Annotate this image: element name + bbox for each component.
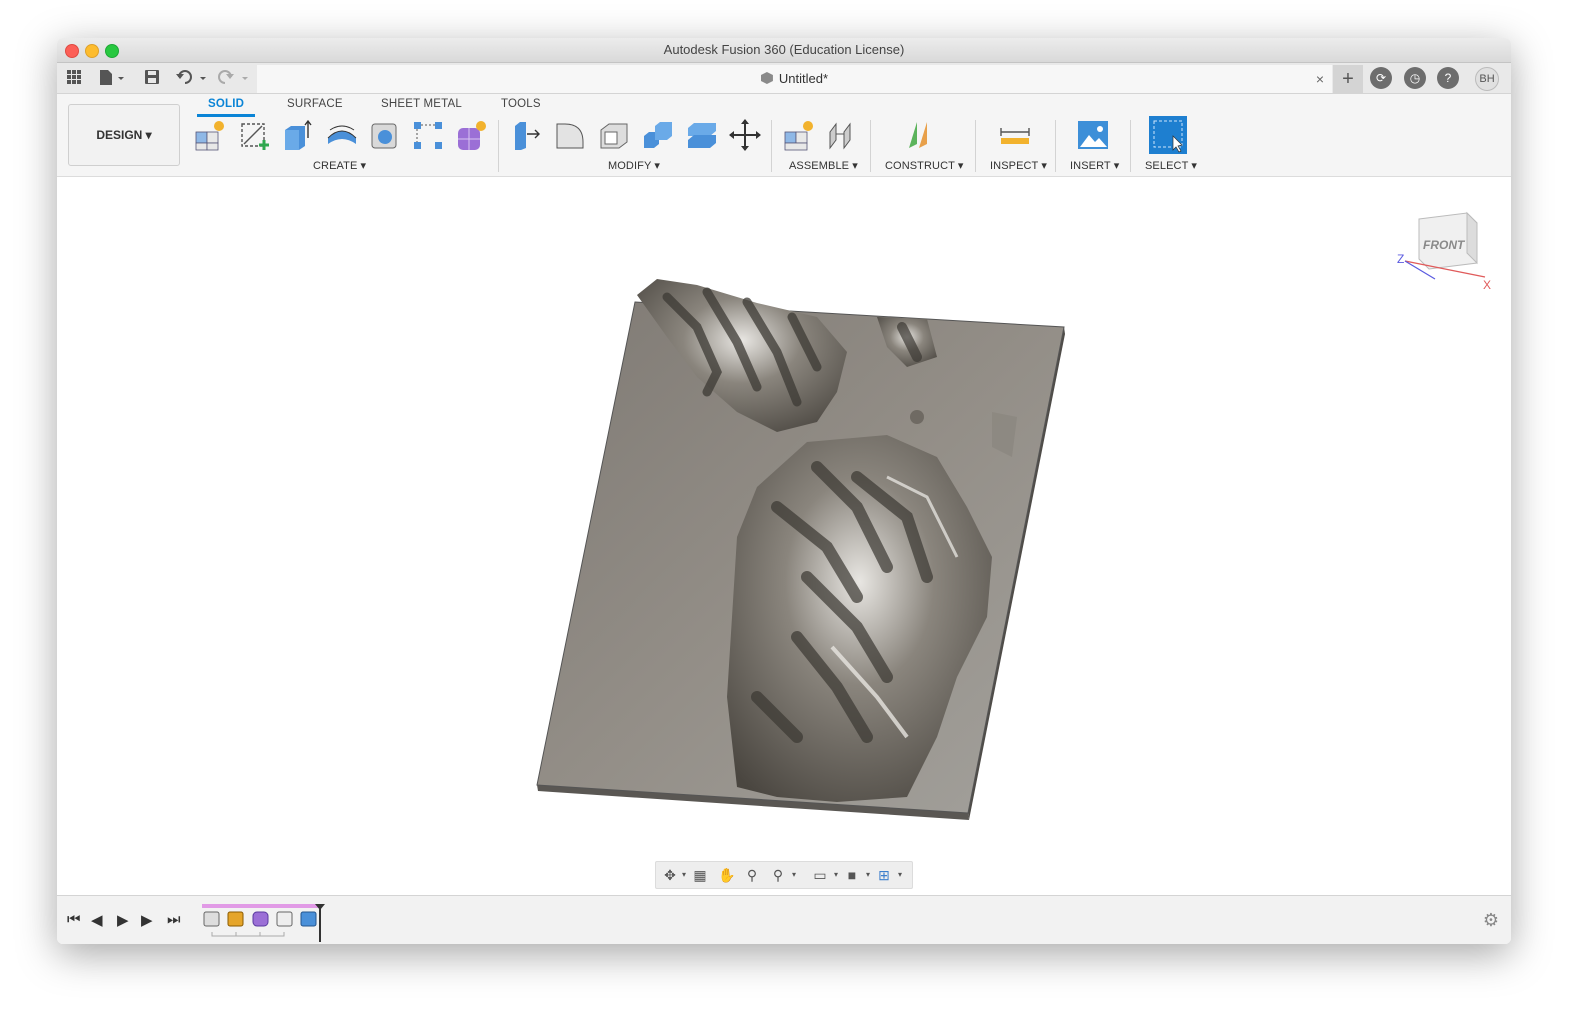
tab-sheet-metal[interactable]: SHEET METAL (381, 98, 462, 110)
axis-x-label: X (1483, 278, 1491, 291)
zoom-icon[interactable]: ⚲ (744, 867, 760, 883)
maximize-window-button[interactable] (105, 44, 119, 58)
play-icon[interactable]: ▶ (117, 911, 129, 929)
separator (1130, 120, 1131, 172)
timeline-bar: ⏮ ◀ ▶ ▶ ⏭ ⚙ (57, 895, 1511, 944)
new-component-assemble-icon[interactable] (782, 118, 816, 152)
tab-tools[interactable]: TOOLS (501, 98, 541, 110)
axis-z-label: Z (1397, 252, 1404, 266)
zoom-dropdown-icon[interactable]: ▾ (786, 867, 802, 883)
create-menu[interactable]: CREATE ▾ (313, 159, 366, 172)
feature-mesh-icon (227, 911, 244, 927)
apps-grid-icon[interactable] (66, 69, 82, 87)
fillet-icon[interactable] (553, 118, 587, 152)
select-icon[interactable] (1149, 116, 1187, 154)
redo-icon[interactable] (218, 69, 252, 87)
insert-image-icon[interactable] (1076, 118, 1110, 152)
document-tab[interactable]: Untitled* × (257, 65, 1332, 93)
feature-extrude-icon (300, 911, 317, 927)
tab-bar: Untitled* × + ⟳ ◷ ? BH (57, 63, 1511, 94)
help-icon[interactable]: ? (1437, 67, 1459, 89)
select-menu[interactable]: SELECT ▾ (1145, 159, 1197, 172)
fit-icon[interactable]: ⚲ (770, 867, 786, 883)
assemble-menu[interactable]: ASSEMBLE ▾ (789, 159, 858, 172)
construct-menu[interactable]: CONSTRUCT ▾ (885, 159, 964, 172)
close-window-button[interactable] (65, 44, 79, 58)
active-tab-underline (197, 114, 255, 117)
new-component-icon[interactable] (193, 118, 227, 152)
offset-plane-icon[interactable] (905, 118, 939, 152)
new-tab-button[interactable]: + (1333, 65, 1363, 93)
move-icon[interactable] (728, 118, 762, 152)
document-icon (760, 72, 773, 84)
workspace-switcher[interactable]: DESIGN ▾ (68, 104, 180, 166)
grid-settings-icon[interactable]: ■ (844, 867, 860, 883)
settings-gear-icon[interactable]: ⚙ (1483, 910, 1499, 931)
feature-form-icon (252, 911, 269, 927)
viewports-icon[interactable]: ⊞ (876, 867, 892, 883)
viewports-dropdown-icon[interactable]: ▾ (892, 867, 908, 883)
revolve-icon[interactable] (325, 118, 359, 152)
press-pull-icon[interactable] (509, 118, 543, 152)
inspect-menu[interactable]: INSPECT ▾ (990, 159, 1047, 172)
pan-icon[interactable]: ✋ (718, 867, 735, 883)
save-icon[interactable] (144, 69, 160, 87)
display-dropdown-icon[interactable]: ▾ (828, 867, 844, 883)
viewcube[interactable]: FRONT X Z (1395, 201, 1495, 291)
go-to-end-icon[interactable]: ⏭ (167, 911, 181, 928)
joint-icon[interactable] (826, 118, 860, 152)
title-bar: Autodesk Fusion 360 (Education License) (57, 38, 1511, 63)
step-back-icon[interactable]: ◀ (91, 911, 103, 929)
pattern-icon[interactable] (411, 118, 445, 152)
app-window: Autodesk Fusion 360 (Education License) … (57, 38, 1511, 944)
shell-icon[interactable] (597, 118, 631, 152)
insert-menu[interactable]: INSERT ▾ (1070, 159, 1119, 172)
modify-menu[interactable]: MODIFY ▾ (608, 159, 660, 172)
undo-icon[interactable] (176, 69, 210, 87)
file-menu-icon[interactable] (99, 69, 127, 87)
job-status-icon[interactable]: ◷ (1404, 67, 1426, 89)
go-to-start-icon[interactable]: ⏮ (67, 911, 81, 928)
canvas-viewport[interactable]: FRONT X Z ✥ ▾ ▦ ✋ ⚲ ⚲ ▾ ▭ ▾ ■ ▾ ⊞ ▾ (57, 177, 1511, 894)
separator (975, 120, 976, 172)
feature-sketch-edit-icon (276, 911, 293, 927)
window-title: Autodesk Fusion 360 (Education License) (663, 42, 905, 57)
ribbon-toolbar: DESIGN ▾ SOLID SURFACE SHEET METAL TOOLS (57, 94, 1511, 177)
document-tab-label: Untitled* (778, 71, 829, 86)
look-at-icon[interactable]: ▦ (692, 867, 708, 883)
sweep-icon[interactable] (368, 118, 402, 152)
grid-dropdown-icon[interactable]: ▾ (860, 867, 876, 883)
separator (498, 120, 499, 172)
user-avatar[interactable]: BH (1475, 67, 1499, 91)
navigation-toolbar: ✥ ▾ ▦ ✋ ⚲ ⚲ ▾ ▭ ▾ ■ ▾ ⊞ ▾ (655, 861, 913, 889)
step-forward-icon[interactable]: ▶ (141, 911, 153, 929)
close-tab-icon[interactable]: × (1316, 65, 1324, 93)
combine-icon[interactable] (641, 118, 675, 152)
display-settings-icon[interactable]: ▭ (812, 867, 828, 883)
split-body-icon[interactable] (685, 118, 719, 152)
separator (1055, 120, 1056, 172)
viewcube-front-label: FRONT (1423, 238, 1466, 252)
separator (870, 120, 871, 172)
terrain-model[interactable] (57, 177, 1511, 894)
separator (771, 120, 772, 172)
extrude-icon[interactable] (281, 118, 315, 152)
feature-sketch-icon (203, 911, 220, 927)
create-form-icon[interactable] (455, 118, 489, 152)
tab-solid[interactable]: SOLID (208, 98, 244, 110)
minimize-window-button[interactable] (85, 44, 99, 58)
orbit-dropdown-icon[interactable]: ▾ (676, 867, 692, 883)
measure-icon[interactable] (998, 118, 1032, 152)
extensions-icon[interactable]: ⟳ (1370, 67, 1392, 89)
tab-surface[interactable]: SURFACE (287, 98, 343, 110)
timeline-features[interactable] (200, 902, 340, 942)
create-sketch-icon[interactable] (238, 118, 272, 152)
